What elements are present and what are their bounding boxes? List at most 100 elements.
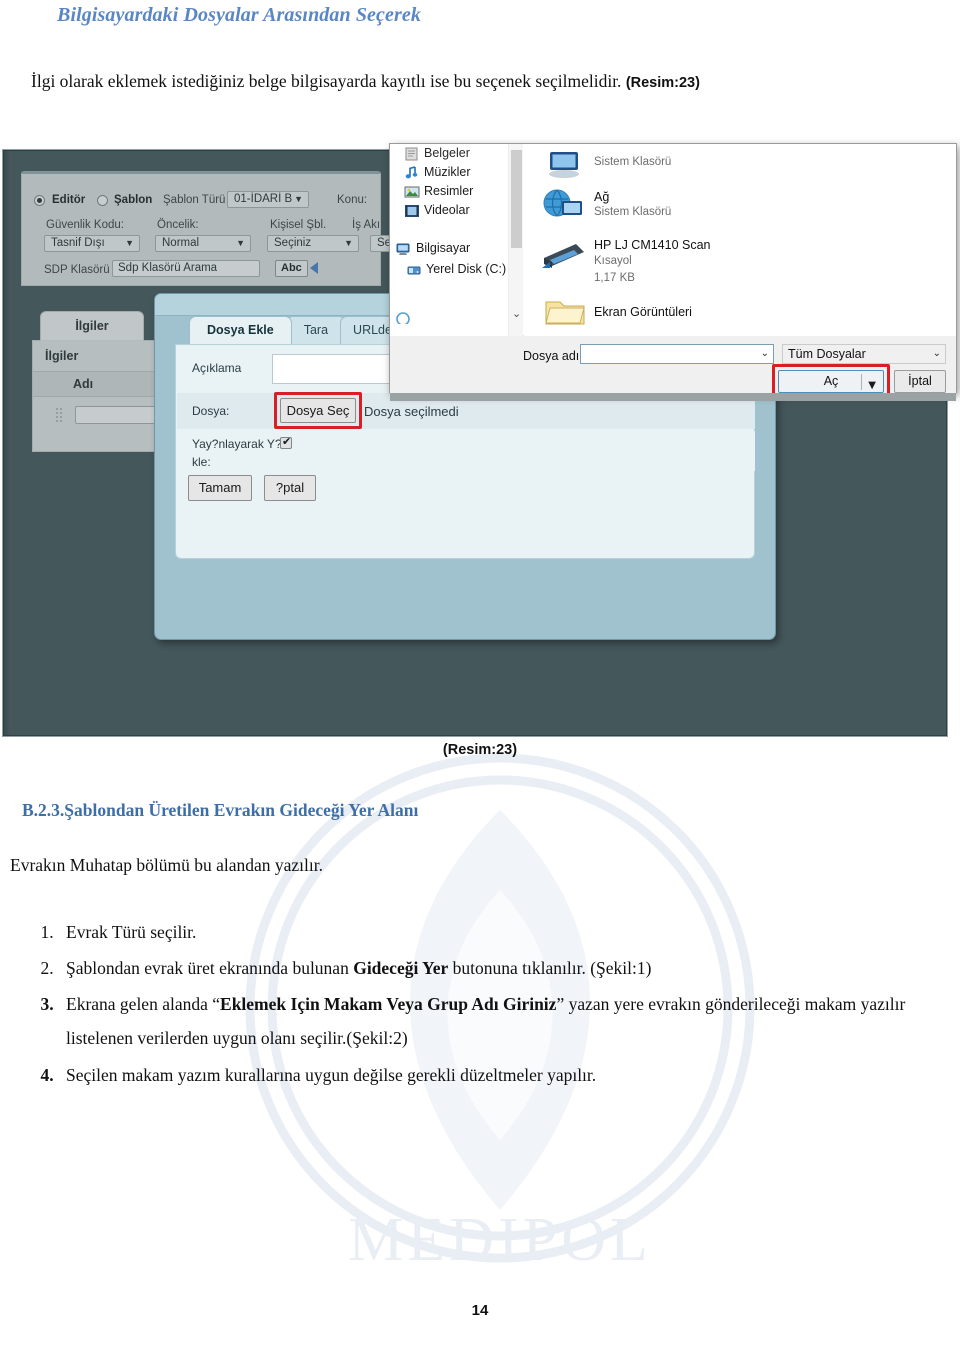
drag-handle-icon[interactable] (55, 407, 63, 423)
step-text: Ekrana gelen alanda “ (66, 994, 221, 1015)
radio-sablon[interactable] (97, 195, 108, 206)
nav-pane-scrollbar[interactable]: ⌄ (508, 144, 523, 336)
tab-dosya-ekle[interactable]: Dosya Ekle (189, 316, 292, 344)
ilgiler-column-adi: Adı (73, 377, 94, 391)
sablon-turu-label: Şablon Türü (163, 194, 226, 206)
oncelik-select[interactable]: Normal ▼ (155, 235, 251, 252)
dosya-status-text: Dosya seçilmedi (364, 404, 459, 419)
dosya-adi-label: Dosya adı: (523, 349, 583, 363)
step-text: butonuna tıklanılır. (Şekil:1) (448, 958, 652, 979)
guvenlik-kodu-label: Güvenlik Kodu: (46, 219, 124, 231)
nav-item-muzikler[interactable]: Müzikler (424, 165, 471, 179)
cancel-button[interactable]: İptal (894, 370, 946, 393)
konu-label: Konu: (337, 194, 368, 206)
file-item-sub: Sistem Klasörü (594, 206, 672, 218)
page-title: Bilgisayardaki Dosyalar Arasından Seçere… (57, 4, 421, 26)
chevron-down-icon: ▼ (344, 238, 353, 248)
sdp-klasoru-label: SDP Klasörü (44, 264, 110, 276)
chevron-down-icon: ▼ (294, 194, 303, 204)
file-item-name[interactable]: Ekran Görüntüleri (594, 305, 692, 319)
music-icon (405, 166, 418, 179)
oncelik-value: Normal (162, 237, 200, 249)
network-icon (543, 189, 582, 217)
file-item-name[interactable]: HP LJ CM1410 Scan (594, 238, 711, 252)
intro-text: İlgi olarak eklemek istediğiniz belge bi… (31, 71, 622, 91)
chevron-down-icon: ⌄ (760, 348, 769, 359)
network-partial-icon (396, 312, 410, 324)
sdp-klasoru-input[interactable]: Sdp Klasörü Arama (112, 260, 260, 277)
page-number: 14 (471, 1302, 489, 1319)
nav-item-bilgisayar[interactable]: Bilgisayar (416, 241, 470, 255)
arrow-left-icon[interactable] (310, 262, 318, 274)
computer-icon (396, 243, 410, 255)
nav-item-videolar[interactable]: Videolar (424, 203, 470, 217)
steps-list: Evrak Türü seçilir. Şablondan evrak üret … (10, 915, 930, 1092)
aciklama-label: Açıklama (192, 361, 242, 375)
computer-icon (549, 152, 579, 178)
sablon-turu-value: 01-İDARİ B (234, 193, 293, 205)
attach-dialog-tabs: Dosya Ekle Tara URLden E (189, 316, 427, 344)
step-emphasis: Gideceği Yer (353, 958, 449, 979)
intro-figure-ref: (Resim:23) (625, 75, 700, 91)
step-item: Ekrana gelen alanda “Eklemek Için Makam … (58, 987, 930, 1055)
nav-item-belgeler[interactable]: Belgeler (424, 146, 470, 160)
figure-screenshot: Editör Şablon Şablon Türü 01-İDARİ B ▼ K… (0, 143, 957, 740)
radio-editor-label: Editör (52, 194, 86, 206)
kisisel-sbl-select[interactable]: Seçiniz ▼ (267, 235, 359, 252)
step-item: Seçilen makam yazım kurallarına uygun de… (58, 1058, 930, 1092)
guvenlik-kodu-value: Tasnif Dışı (51, 237, 105, 249)
step-item: Şablondan evrak üret ekranında bulunan G… (58, 951, 930, 985)
file-item-name[interactable]: Ağ (594, 190, 609, 204)
tamam-button[interactable]: Tamam (188, 475, 252, 501)
file-type-combobox[interactable]: Tüm Dosyalar ⌄ (782, 344, 946, 364)
nav-scrollbar-thumb[interactable] (511, 150, 522, 248)
step-text: Evrak Türü seçilir. (66, 922, 197, 942)
file-type-value: Tüm Dosyalar (788, 347, 866, 361)
file-dialog-footer: Dosya adı: ⌄ Tüm Dosyalar ⌄ Aç ▼ İptal (390, 336, 956, 400)
tab-ilgiler[interactable]: İlgiler (40, 311, 144, 341)
kisisel-sbl-label: Kişisel Şbl. (270, 219, 327, 231)
is-akisi-label: İş Akı (352, 219, 381, 231)
nav-item-resimler[interactable]: Resimler (424, 184, 473, 198)
file-name-combobox[interactable]: ⌄ (580, 344, 774, 364)
dialog-shadow-strip (390, 393, 956, 401)
section-heading: B.2.3.Şablondan Üretilen Evrakın Gideceğ… (22, 800, 419, 820)
yayinlayarak-label: Yay?nlayarak Y? (192, 437, 282, 451)
drive-icon (407, 266, 421, 275)
videos-icon (405, 205, 419, 217)
pictures-icon (404, 186, 420, 198)
guvenlik-kodu-select[interactable]: Tasnif Dışı ▼ (44, 235, 140, 252)
chevron-down-icon[interactable]: ⌄ (512, 307, 521, 320)
chevron-down-icon: ▼ (236, 238, 245, 248)
dosya-sec-highlight (274, 392, 362, 429)
file-dialog-body: Belgeler Müzikler Resimler Videolar Bilg… (390, 144, 956, 336)
step-text: Seçilen makam yazım kurallarına uygun de… (66, 1064, 597, 1085)
file-dialog-nav-pane: Belgeler Müzikler Resimler Videolar Bilg… (390, 144, 508, 336)
abc-button[interactable]: Abc (275, 260, 308, 277)
windows-file-open-dialog: Belgeler Müzikler Resimler Videolar Bilg… (389, 143, 957, 401)
file-item-sub: Sistem Klasörü (594, 156, 672, 168)
step-item: Evrak Türü seçilir. (58, 915, 930, 949)
sablon-turu-select[interactable]: 01-İDARİ B ▼ (227, 191, 309, 208)
dosya-label: Dosya: (192, 404, 230, 418)
documents-icon (405, 147, 418, 161)
yayinlayarak-checkbox[interactable] (280, 435, 292, 449)
file-item-size: 1,17 KB (594, 272, 635, 284)
step-emphasis: Eklemek Için Makam Veya Grup Adı Giriniz (220, 994, 557, 1015)
yayinlayarak-label-2: kle: (192, 455, 211, 469)
tab-tara[interactable]: Tara (285, 316, 347, 344)
folder-icon (545, 301, 585, 325)
evrak-form-panel: Editör Şablon Şablon Türü 01-İDARİ B ▼ K… (21, 171, 430, 286)
iptal-button[interactable]: ?ptal (264, 475, 316, 501)
figure-caption: (Resim:23) (442, 742, 518, 758)
radio-editor[interactable] (34, 195, 45, 206)
chevron-down-icon: ⌄ (932, 348, 941, 359)
kisisel-sbl-value: Seçiniz (274, 237, 312, 249)
file-item-sub: Kısayol (594, 255, 632, 267)
oncelik-label: Öncelik: (157, 219, 199, 231)
intro-paragraph: İlgi olarak eklemek istediğiniz belge bi… (31, 70, 931, 93)
ilgiler-header: İlgiler (45, 349, 79, 363)
scanner-icon (542, 244, 584, 268)
svg-text:MEDIPOL: MEDIPOL (348, 1206, 652, 1274)
nav-item-yerel-disk[interactable]: Yerel Disk (C:) (426, 262, 506, 276)
